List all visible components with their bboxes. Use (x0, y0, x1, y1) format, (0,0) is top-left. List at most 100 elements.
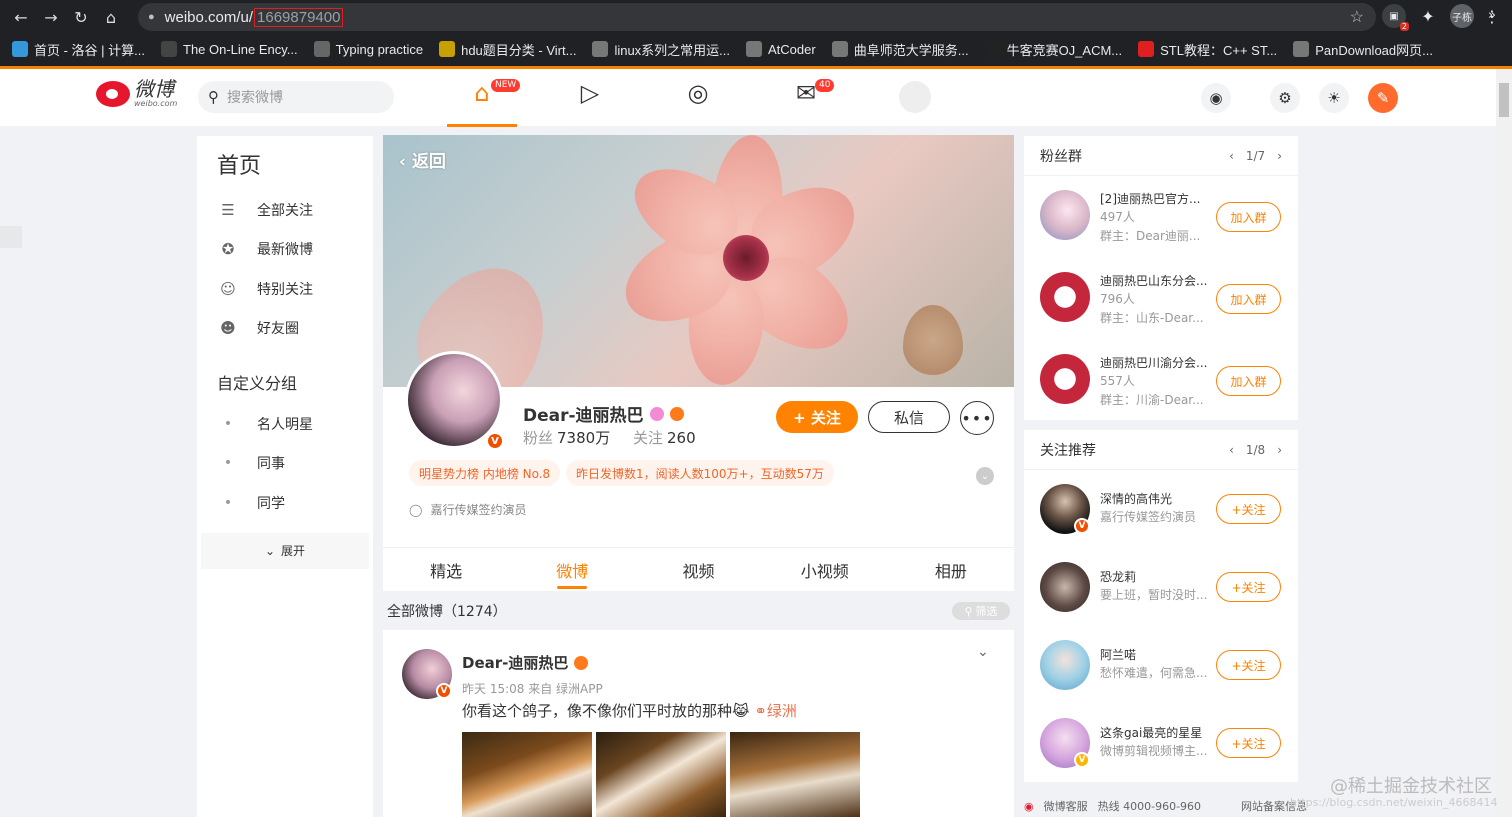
bookmark-item[interactable]: 曲阜师范大学服务... (831, 40, 969, 59)
settings-gear-icon[interactable]: ⚙ (1270, 83, 1300, 113)
join-group-button[interactable]: 加入群 (1216, 202, 1281, 232)
follow-user-button[interactable]: +关注 (1216, 494, 1281, 524)
group-item-classmates[interactable]: • 同学 (197, 483, 373, 523)
footer: ◉ 微博客服 热线 4000-960-960 网站备案信息 (1024, 798, 1307, 814)
post-image[interactable] (730, 732, 860, 817)
sidebar-item-friends[interactable]: ☻ 好友圈 (197, 309, 373, 349)
scrollbar-thumb[interactable] (1499, 83, 1509, 117)
activity-tag[interactable]: 昨日发博数1，阅读人数100万+，互动数57万 (566, 460, 834, 486)
bookmarks-more[interactable]: » (1488, 8, 1496, 23)
group-avatar[interactable] (1040, 272, 1090, 322)
address-bar[interactable]: ● weibo.com/u/1669879400 ☆ (138, 3, 1376, 31)
profile-avatar[interactable]: V (405, 351, 504, 450)
bookmark-item[interactable]: linux系列之常用运... (592, 40, 730, 59)
group-avatar[interactable] (1040, 354, 1090, 404)
side-tab[interactable] (0, 226, 22, 248)
user-avatar[interactable] (899, 81, 931, 113)
message-button[interactable]: 私信 (868, 401, 950, 433)
bookmark-item[interactable]: PanDownload网页... (1293, 40, 1433, 59)
group-name[interactable]: 迪丽热巴山东分会... (1100, 272, 1210, 289)
bookmark-item[interactable]: 首页 - 洛谷 | 计算... (12, 40, 145, 59)
expand-button[interactable]: ⌄ 展开 (201, 532, 369, 569)
home-icon (831, 41, 848, 57)
nav-hot[interactable]: ◎ (663, 79, 733, 127)
group-avatar[interactable] (1040, 190, 1090, 240)
orange-badge-icon[interactable] (669, 406, 684, 421)
chevron-right-icon[interactable]: › (1277, 149, 1282, 163)
tab-featured[interactable]: 精选 (383, 548, 509, 591)
tab-video[interactable]: 视频 (635, 548, 761, 591)
sidebar-item-all[interactable]: ☰ 全部关注 (197, 190, 373, 230)
forward-icon[interactable]: → (36, 2, 66, 32)
sidebar-item-special[interactable]: ☺ 特别关注 (197, 269, 373, 309)
user-name[interactable]: 深情的高伟光 (1100, 490, 1210, 507)
back-button[interactable]: ‹ 返回 (399, 147, 446, 172)
extension-icon[interactable]: ▣ 2 (1382, 4, 1409, 31)
page-scrollbar[interactable] (1496, 69, 1512, 817)
weibo-logo[interactable]: 微博 weibo.com (96, 79, 177, 108)
reload-icon[interactable]: ↻ (66, 2, 96, 32)
back-icon[interactable]: ← (6, 2, 36, 32)
home-icon[interactable]: ⌂ (96, 2, 126, 32)
nav-messages[interactable]: ✉ 40 (771, 79, 841, 127)
filter-button[interactable]: ⚲ 筛选 (952, 602, 1010, 620)
sidebar-item-latest[interactable]: ✪ 最新微博 (197, 230, 373, 270)
tab-weibo[interactable]: 微博 (509, 548, 635, 591)
bookmark-item[interactable]: Typing practice (313, 41, 423, 57)
game-icon[interactable]: ◉ (1201, 83, 1231, 113)
bookmark-item[interactable]: AtCoder (746, 41, 816, 57)
follow-user-button[interactable]: +关注 (1216, 572, 1281, 602)
bookmark-item[interactable]: hdu题目分类 - Virt... (439, 40, 576, 59)
chevron-down-icon[interactable]: ⌄ (977, 644, 989, 660)
fans-count[interactable]: 7380万 (557, 429, 610, 447)
profile-avatar[interactable]: 子栋 (1450, 4, 1474, 28)
footer-service[interactable]: 微博客服 (1044, 798, 1088, 814)
bookmark-item[interactable]: 牛客竞赛OJ_ACM... (984, 40, 1122, 59)
verified-icon: V (436, 683, 452, 699)
watermark-url: https://blog.csdn.net/weixin_4668414 (1290, 796, 1498, 809)
post-author[interactable]: Dear-迪丽热巴 (462, 652, 568, 673)
follow-user-button[interactable]: +关注 (1216, 728, 1281, 758)
follow-user-button[interactable]: +关注 (1216, 650, 1281, 680)
user-avatar[interactable] (1040, 640, 1090, 690)
bookmark-star-icon[interactable]: ☆ (1350, 7, 1364, 27)
theme-sun-icon[interactable]: ☀ (1319, 83, 1349, 113)
tab-album[interactable]: 相册 (888, 548, 1014, 591)
user-avatar[interactable]: V (1040, 718, 1090, 768)
ranking-tag[interactable]: 明星势力榜 内地榜 No.8 (409, 460, 561, 486)
pink-badge-icon[interactable] (649, 406, 664, 421)
nav-video[interactable]: ▷ (555, 79, 625, 127)
bookmark-item[interactable]: The On-Line Ency... (161, 41, 298, 57)
group-item-celebs[interactable]: • 名人明星 (197, 404, 373, 444)
chevron-left-icon[interactable]: ‹ (1229, 149, 1234, 163)
shield-icon: ◯ (409, 502, 423, 517)
group-name[interactable]: [2]迪丽热巴官方... (1100, 190, 1210, 207)
orange-badge-icon[interactable] (574, 655, 589, 670)
follow-button[interactable]: + 关注 (776, 401, 858, 433)
group-name[interactable]: 迪丽热巴川渝分会... (1100, 354, 1210, 371)
post-link[interactable]: ⚭绿洲 (754, 702, 797, 720)
group-item-colleagues[interactable]: • 同事 (197, 444, 373, 484)
nav-home[interactable]: ⌂ NEW (447, 79, 521, 127)
tab-short-video[interactable]: 小视频 (762, 548, 888, 591)
chevron-right-icon[interactable]: › (1277, 443, 1282, 457)
bookmark-item[interactable]: STL教程：C++ ST... (1138, 40, 1277, 59)
chevron-left-icon[interactable]: ‹ (1229, 443, 1234, 457)
more-options-icon[interactable]: ••• (960, 401, 994, 435)
join-group-button[interactable]: 加入群 (1216, 284, 1281, 314)
user-avatar[interactable] (1040, 562, 1090, 612)
group-owner: 群主：Dear迪丽... (1100, 229, 1201, 243)
search-input[interactable]: ⚲ 搜索微博 (198, 81, 394, 113)
follow-count[interactable]: 260 (667, 429, 696, 447)
compose-icon[interactable]: ✎ (1368, 83, 1398, 113)
user-name[interactable]: 阿兰喏 (1100, 646, 1210, 663)
puzzle-icon[interactable]: ✦ (1416, 4, 1440, 28)
user-name[interactable]: 这条gai最亮的星星 (1100, 724, 1210, 741)
expand-info-icon[interactable]: ⌄ (976, 467, 994, 485)
join-group-button[interactable]: 加入群 (1216, 366, 1281, 396)
post-image[interactable] (462, 732, 592, 817)
post-avatar[interactable]: V (402, 649, 452, 699)
user-avatar[interactable]: V (1040, 484, 1090, 534)
post-image[interactable] (596, 732, 726, 817)
user-name[interactable]: 恐龙莉 (1100, 568, 1210, 585)
